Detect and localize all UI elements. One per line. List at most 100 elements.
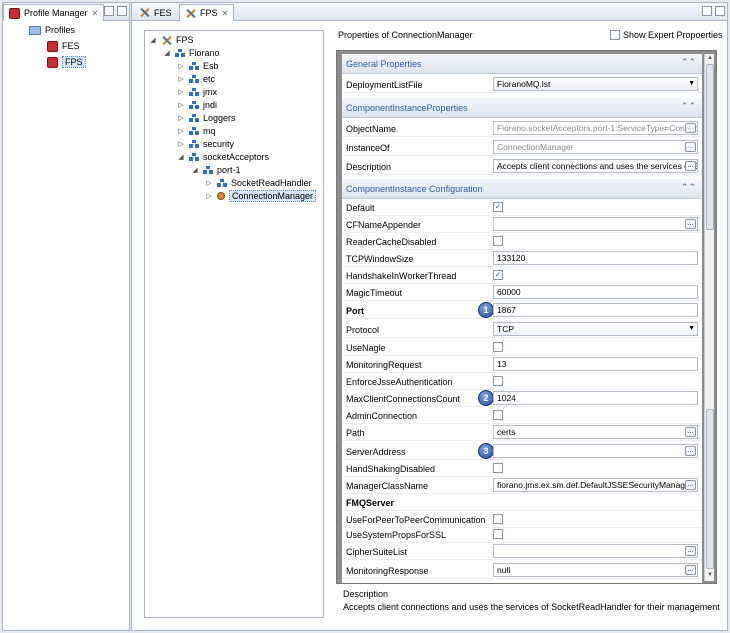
- property-row-maxclientconnectionscount: MaxClientConnectionsCount 2 1024: [342, 390, 702, 407]
- collapsed-arrow-icon[interactable]: ▷: [177, 75, 185, 83]
- port-field[interactable]: 1867: [493, 303, 698, 317]
- section-component-instance-properties[interactable]: ComponentInstanceProperties ⌃⌃: [342, 98, 702, 118]
- collapsed-arrow-icon[interactable]: ▷: [177, 101, 185, 109]
- property-row-port: Port 1 1867: [342, 302, 702, 319]
- node-icon: [189, 88, 199, 96]
- tree-item-profiles[interactable]: Profiles: [29, 23, 75, 37]
- tree-node-connectionmanager[interactable]: ▷ ConnectionManager: [205, 189, 317, 203]
- description-field[interactable]: Accepts client connections and uses the …: [493, 159, 698, 173]
- tree-node-fiorano[interactable]: ◢ Fiorano: [163, 46, 219, 60]
- tree-item-label: Profiles: [45, 25, 76, 35]
- collapsed-arrow-icon[interactable]: ▷: [177, 88, 185, 96]
- minimize-icon[interactable]: [104, 6, 114, 16]
- tree-node-etc[interactable]: ▷ etc: [177, 72, 215, 86]
- ellipsis-button[interactable]: …: [685, 565, 696, 575]
- dropdown-arrow-icon[interactable]: ▼: [688, 325, 695, 332]
- field-value: certs: [497, 427, 516, 437]
- deployment-list-file-select[interactable]: FioranoMQ.lst ▼: [493, 77, 698, 91]
- maximize-icon[interactable]: [117, 6, 127, 16]
- protocol-select[interactable]: TCP ▼: [493, 322, 698, 336]
- tree-node-jndi[interactable]: ▷ jndi: [177, 98, 217, 112]
- serveraddress-field[interactable]: …: [493, 444, 698, 458]
- collapse-icon[interactable]: ⌃⌃: [681, 182, 696, 193]
- close-icon[interactable]: ✕: [222, 9, 229, 18]
- cfnameappender-field[interactable]: …: [493, 217, 698, 231]
- tree-node-esb[interactable]: ▷ Esb: [177, 59, 218, 73]
- tcpwindowsize-field[interactable]: 133120: [493, 251, 698, 265]
- usenagle-checkbox[interactable]: [493, 342, 503, 352]
- section-component-instance-configuration[interactable]: ComponentInstance Configuration ⌃⌃: [342, 179, 702, 199]
- collapsed-arrow-icon[interactable]: ▷: [177, 62, 185, 70]
- managerclassname-field[interactable]: fiorano.jms.ex.sm.def.DefaultJSSESecurit…: [493, 478, 698, 492]
- node-icon: [189, 75, 199, 83]
- ellipsis-button[interactable]: …: [685, 480, 696, 490]
- tree-item-fps-profile[interactable]: FPS: [47, 55, 86, 69]
- ellipsis-button[interactable]: …: [685, 446, 696, 456]
- close-icon[interactable]: ✕: [92, 9, 99, 18]
- property-row-monitoringresponse: MonitoringResponse null…: [342, 562, 702, 579]
- node-icon: [189, 114, 199, 122]
- property-row-adminconnection: AdminConnection: [342, 407, 702, 424]
- handshakeinworkerthread-checkbox[interactable]: ✓: [493, 270, 503, 280]
- handshakingdisabled-checkbox[interactable]: [493, 463, 503, 473]
- ciphersuitelist-field[interactable]: …: [493, 544, 698, 558]
- scrollbar-thumb-lower[interactable]: [706, 409, 714, 569]
- minimize-icon[interactable]: [702, 6, 712, 16]
- object-name-field[interactable]: Fiorano.socketAcceptors.port-1:ServiceTy…: [493, 121, 698, 135]
- expanded-arrow-icon[interactable]: ◢: [163, 49, 171, 57]
- show-expert-properties-toggle[interactable]: Show Expert Propoerties: [610, 30, 723, 40]
- node-icon: [175, 49, 185, 57]
- adminconnection-checkbox[interactable]: [493, 410, 503, 420]
- tab-fes[interactable]: FES: [134, 4, 177, 21]
- tab-fps[interactable]: FPS ✕: [179, 4, 235, 21]
- tree-node-socketacceptors[interactable]: ◢ socketAcceptors: [177, 150, 269, 164]
- magictimeout-field[interactable]: 60000: [493, 285, 698, 299]
- default-checkbox[interactable]: ✓: [493, 202, 503, 212]
- monitoringrequest-field[interactable]: 13: [493, 357, 698, 371]
- tree-node-security[interactable]: ▷ security: [177, 137, 234, 151]
- collapsed-arrow-icon[interactable]: ▷: [177, 140, 185, 148]
- section-general-properties[interactable]: General Properties ⌃⌃: [342, 54, 702, 74]
- monitoringresponse-field[interactable]: null…: [493, 563, 698, 577]
- ellipsis-button[interactable]: …: [685, 123, 696, 133]
- path-field[interactable]: certs …: [493, 425, 698, 439]
- ellipsis-button[interactable]: …: [685, 427, 696, 437]
- show-expert-checkbox[interactable]: [610, 30, 620, 40]
- dropdown-arrow-icon[interactable]: ▼: [688, 80, 695, 87]
- tree-node-loggers[interactable]: ▷ Loggers: [177, 111, 235, 125]
- usesystempropsforssl-checkbox[interactable]: [493, 529, 503, 539]
- property-row-cfnameappender: CFNameAppender …: [342, 216, 702, 233]
- collapse-icon[interactable]: ⌃⌃: [681, 101, 696, 112]
- ellipsis-button[interactable]: …: [685, 142, 696, 152]
- section-title: ComponentInstance Configuration: [346, 184, 483, 194]
- tree-node-jmx[interactable]: ▷ jmx: [177, 85, 217, 99]
- ellipsis-button[interactable]: …: [685, 546, 696, 556]
- tree-node-socketreadhandler[interactable]: ▷ SocketReadHandler: [205, 176, 311, 190]
- expanded-arrow-icon[interactable]: ◢: [149, 36, 157, 44]
- tree-node-mq[interactable]: ▷ mq: [177, 124, 215, 138]
- ellipsis-button[interactable]: …: [685, 161, 696, 171]
- property-row-managerclassname: ManagerClassName fiorano.jms.ex.sm.def.D…: [342, 477, 702, 494]
- vertical-scrollbar[interactable]: ▲ ▼: [704, 54, 714, 581]
- expanded-arrow-icon[interactable]: ◢: [191, 166, 199, 174]
- collapsed-arrow-icon[interactable]: ▷: [177, 127, 185, 135]
- tree-item-fes-profile[interactable]: FES: [47, 39, 80, 53]
- scroll-down-icon[interactable]: ▼: [705, 572, 715, 578]
- scrollbar-thumb[interactable]: [706, 64, 714, 230]
- useforpeertopeer-checkbox[interactable]: [493, 514, 503, 524]
- instance-of-field[interactable]: ConnectionManager…: [493, 140, 698, 154]
- expanded-arrow-icon[interactable]: ◢: [177, 153, 185, 161]
- readercachedisabled-checkbox[interactable]: [493, 236, 503, 246]
- collapsed-arrow-icon[interactable]: ▷: [177, 114, 185, 122]
- collapsed-arrow-icon[interactable]: ▷: [205, 179, 213, 187]
- maximize-icon[interactable]: [715, 6, 725, 16]
- tree-node-fps[interactable]: ◢ FPS: [149, 33, 193, 47]
- tree-node-port-1[interactable]: ◢ port-1: [191, 163, 240, 177]
- ellipsis-button[interactable]: …: [685, 219, 696, 229]
- collapsed-arrow-icon[interactable]: ▷: [205, 192, 213, 200]
- enforcejsseauthentication-checkbox[interactable]: [493, 376, 503, 386]
- profile-manager-tab[interactable]: Profile Manager ✕: [3, 4, 105, 21]
- collapse-icon[interactable]: ⌃⌃: [681, 57, 696, 68]
- maxclientconnectionscount-field[interactable]: 1024: [493, 391, 698, 405]
- scroll-up-icon[interactable]: ▲: [705, 55, 715, 61]
